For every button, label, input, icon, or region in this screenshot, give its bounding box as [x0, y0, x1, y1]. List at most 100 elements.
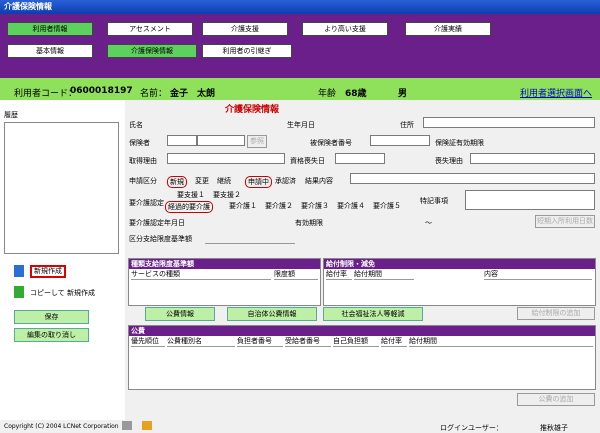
address-input[interactable] [423, 117, 595, 128]
user-info-row: 利用者コード： 0600018197 名前： 金子 太朗 年齢 68歳 男 利用… [0, 84, 600, 99]
public-col-rate: 給付率 [381, 336, 407, 347]
tab-insurance-info[interactable]: 介護保険情報 [107, 44, 197, 58]
public-col-type: 公費種別名 [167, 336, 235, 347]
loss-reason-input[interactable] [470, 153, 595, 164]
limit-col-content: 内容 [484, 269, 592, 280]
limit-amount-label: 区分支給限度基準額 [129, 235, 192, 243]
user-age: 68歳 [345, 89, 367, 99]
copy-new-button[interactable]: コピーして 新規作成 [30, 288, 95, 298]
insured-no-input[interactable] [370, 135, 430, 146]
public-col-recipient-no: 受給者番号 [285, 336, 331, 347]
edit-icon[interactable] [122, 421, 132, 430]
user-name: 金子 太朗 [170, 89, 216, 99]
copy-doc-icon [14, 286, 24, 298]
user-code-label: 利用者コード： [14, 89, 78, 99]
limit-col-period: 給付期間 [354, 269, 414, 280]
form-title: 介護保険情報 [225, 105, 280, 115]
app-pending-option[interactable]: 申請中 [245, 176, 272, 188]
tab-higher-support[interactable]: より高い支援 [302, 22, 388, 36]
public-col-self-pay: 自己負担額 [333, 336, 379, 347]
app-class-label: 申請区分 [129, 177, 157, 185]
tab-assessment[interactable]: アセスメント [107, 22, 193, 36]
add-limit-button[interactable]: 給付制限の追加 [517, 307, 595, 320]
benefit-col-service: サービスの種類 [131, 269, 271, 280]
public-expense-panel: 公費 優先順位 公費種別名 負担者番号 受給者番号 自己負担額 給付率 給付期間 [128, 325, 596, 390]
history-list[interactable] [4, 122, 119, 254]
add-public-button[interactable]: 公費の追加 [517, 393, 595, 406]
loss-reason-label: 喪失理由 [435, 157, 463, 165]
nav-area: 利用者情報 アセスメント 介護支援 より高い支援 介護実績 基本情報 介護保険情… [0, 14, 600, 78]
cancel-edit-button[interactable]: 編集の取り消し [14, 328, 89, 342]
app-new-option[interactable]: 新規 [167, 176, 187, 188]
valid-period-label: 有効期限 [295, 219, 323, 227]
acq-reason-label: 取得理由 [129, 157, 157, 165]
care-level-4[interactable]: 要介護４ [337, 201, 365, 211]
special-label: 特記事項 [420, 197, 448, 205]
validity-label: 保険証有効期限 [435, 139, 484, 147]
user-select-link[interactable]: 利用者選択画面へ [520, 86, 592, 99]
new-doc-icon [14, 265, 24, 277]
new-button[interactable]: 新規作成 [30, 265, 66, 278]
copyright-text: Copyright (C) 2004 LCNet Corporation [4, 423, 119, 430]
insured-no-label: 被保険者番号 [310, 139, 352, 147]
short-stay-button[interactable]: 短期入所利用日数 [535, 215, 595, 228]
benefit-limit-title: 給付制限・減免 [324, 259, 595, 269]
tab-care-support[interactable]: 介護支援 [202, 22, 288, 36]
left-panel: 履歴 新規作成 コピーして 新規作成 保存 編集の取り消し [0, 100, 125, 420]
benefit-panel-title: 種類支給限度基準額 [129, 259, 320, 269]
special-input[interactable] [465, 190, 595, 210]
care-level-2[interactable]: 要介護２ [265, 201, 293, 211]
tab-basic-info[interactable]: 基本情報 [7, 44, 93, 58]
support-level-2[interactable]: 要支援２ [213, 190, 241, 200]
insurer-name-input[interactable] [197, 135, 245, 146]
status-bar: Copyright (C) 2004 LCNet Corporation ログイ… [0, 420, 600, 433]
history-label: 履歴 [4, 111, 18, 119]
result-input[interactable] [350, 173, 595, 184]
benefit-limit-panel: 給付制限・減免 給付率 給付期間 内容 [323, 258, 596, 306]
app-approved-option[interactable]: 承認済 [275, 176, 296, 186]
public-expense-title: 公費 [129, 326, 595, 336]
loss-date-input[interactable] [335, 153, 385, 164]
window-title: 介護保険情報 [0, 0, 600, 14]
tab-user-info[interactable]: 利用者情報 [7, 22, 93, 36]
valid-period-separator: ～ [425, 219, 432, 227]
public-col-period: 給付期間 [409, 336, 593, 347]
book-icon[interactable] [142, 421, 152, 430]
name-label: 氏名 [129, 121, 143, 129]
care-level-1[interactable]: 要介護１ [229, 201, 257, 211]
address-label: 住所 [400, 121, 414, 129]
care-cert-label: 要介護認定 [129, 199, 164, 207]
benefit-panel: 種類支給限度基準額 サービスの種類 限度額 [128, 258, 321, 306]
public-col-priority: 優先順位 [131, 336, 165, 347]
insurer-code-input[interactable] [167, 135, 197, 146]
app-continue-option[interactable]: 継続 [217, 176, 231, 186]
public-col-payer-no: 負担者番号 [237, 336, 283, 347]
loss-date-label: 資格喪失日 [290, 157, 325, 165]
support-level-1[interactable]: 要支援１ [177, 190, 205, 200]
welfare-reduction-button[interactable]: 社会福祉法人等軽減 [323, 307, 423, 321]
app-change-option[interactable]: 変更 [195, 176, 209, 186]
care-level-3[interactable]: 要介護３ [301, 201, 329, 211]
tab-care-results[interactable]: 介護実績 [405, 22, 491, 36]
public-info-button[interactable]: 公費情報 [145, 307, 215, 321]
user-age-label: 年齢 [318, 89, 337, 99]
insurer-ref-button[interactable]: 参照 [247, 135, 267, 148]
limit-col-rate: 給付率 [326, 269, 352, 280]
acq-reason-input[interactable] [167, 153, 285, 164]
user-code: 0600018197 [70, 86, 133, 96]
insurer-label: 保険者 [129, 139, 150, 147]
login-user-name: 推秋雄子 [540, 424, 568, 432]
tab-user-handover[interactable]: 利用者の引継ぎ [202, 44, 292, 58]
login-user-label: ログインユーザー： [440, 424, 503, 432]
birth-label: 生年月日 [287, 121, 315, 129]
main-panel: 介護保険情報 氏名 生年月日 住所 保険者 参照 被保険者番号 保険証有効期限 … [125, 100, 600, 420]
care-level-5[interactable]: 要介護５ [373, 201, 401, 211]
cert-date-label: 要介護認定年月日 [129, 219, 185, 227]
result-label: 結果内容 [305, 177, 333, 185]
benefit-col-limit: 限度額 [274, 269, 318, 280]
care-level-transitional[interactable]: 経過的要介護 [165, 201, 213, 213]
limit-amount-field [205, 243, 295, 244]
local-public-info-button[interactable]: 自治体公費情報 [227, 307, 317, 321]
user-name-label: 名前： [140, 89, 168, 99]
save-button[interactable]: 保存 [14, 310, 89, 324]
